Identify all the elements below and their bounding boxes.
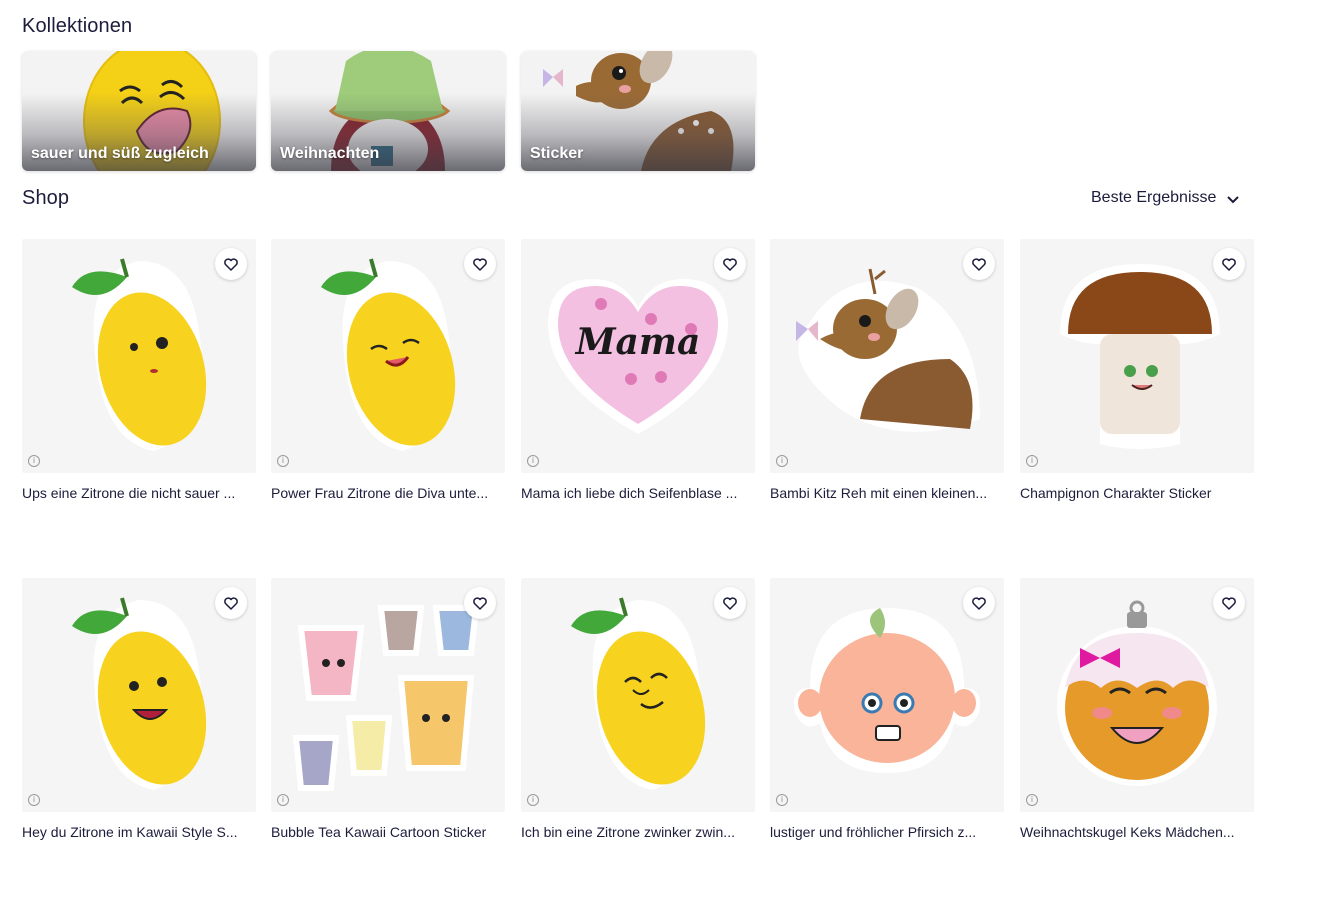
info-icon[interactable]: i xyxy=(527,794,539,806)
favorite-button[interactable] xyxy=(963,587,995,619)
shop-heading: Shop xyxy=(22,187,70,209)
product-title[interactable]: Hey du Zitrone im Kawaii Style S... xyxy=(22,824,256,840)
product-card[interactable]: i Ich bin eine Zitrone zwinker zwin... xyxy=(521,578,755,840)
heart-outline-icon xyxy=(1222,258,1236,271)
collection-label: sauer und süß zugleich xyxy=(31,145,209,162)
favorite-button[interactable] xyxy=(215,248,247,280)
product-title[interactable]: Bubble Tea Kawaii Cartoon Sticker xyxy=(271,824,505,840)
product-card[interactable]: i Ups eine Zitrone die nicht sauer ... xyxy=(22,239,256,501)
chevron-down-icon xyxy=(1227,196,1240,204)
info-icon[interactable]: i xyxy=(28,455,40,467)
product-image[interactable]: i xyxy=(22,578,256,812)
favorite-button[interactable] xyxy=(464,248,496,280)
collection-label: Weihnachten xyxy=(280,145,380,162)
info-icon[interactable]: i xyxy=(277,455,289,467)
heart-outline-icon xyxy=(1222,597,1236,610)
product-image[interactable]: i xyxy=(1020,239,1254,473)
collection-card-christmas[interactable]: Weihnachten xyxy=(271,51,505,171)
product-card[interactable]: i Bubble Tea Kawaii Cartoon Sticker xyxy=(271,578,505,840)
product-card[interactable]: i Weihnachtskugel Keks Mädchen... xyxy=(1020,578,1254,840)
sort-dropdown[interactable]: Beste Ergebnisse xyxy=(1091,189,1240,207)
heart-outline-icon xyxy=(723,258,737,271)
product-image[interactable]: i xyxy=(770,239,1004,473)
favorite-button[interactable] xyxy=(714,248,746,280)
favorite-button[interactable] xyxy=(963,248,995,280)
heart-outline-icon xyxy=(972,258,986,271)
collection-label: Sticker xyxy=(530,145,584,162)
product-image[interactable]: i xyxy=(271,239,505,473)
heart-outline-icon xyxy=(224,597,238,610)
heart-outline-icon xyxy=(972,597,986,610)
info-icon[interactable]: i xyxy=(527,455,539,467)
product-title[interactable]: Mama ich liebe dich Seifenblase ... xyxy=(521,485,755,501)
info-icon[interactable]: i xyxy=(776,794,788,806)
product-title[interactable]: Champignon Charakter Sticker xyxy=(1020,485,1254,501)
product-title[interactable]: Power Frau Zitrone die Diva unte... xyxy=(271,485,505,501)
product-image[interactable]: i xyxy=(1020,578,1254,812)
product-title[interactable]: Ups eine Zitrone die nicht sauer ... xyxy=(22,485,256,501)
product-card[interactable]: i Power Frau Zitrone die Diva unte... xyxy=(271,239,505,501)
product-image[interactable]: i xyxy=(770,578,1004,812)
heart-outline-icon xyxy=(473,258,487,271)
mama-text: Mama xyxy=(574,321,701,363)
product-title[interactable]: Weihnachtskugel Keks Mädchen... xyxy=(1020,824,1254,840)
product-image[interactable]: i xyxy=(521,578,755,812)
heart-outline-icon xyxy=(473,597,487,610)
product-title[interactable]: Bambi Kitz Reh mit einen kleinen... xyxy=(770,485,1004,501)
info-icon[interactable]: i xyxy=(28,794,40,806)
favorite-button[interactable] xyxy=(714,587,746,619)
product-image[interactable]: Mama i xyxy=(521,239,755,473)
collection-card-sour-sweet[interactable]: sauer und süß zugleich xyxy=(22,51,256,171)
heart-outline-icon xyxy=(723,597,737,610)
favorite-button[interactable] xyxy=(1213,248,1245,280)
product-title[interactable]: lustiger und fröhlicher Pfirsich z... xyxy=(770,824,1004,840)
info-icon[interactable]: i xyxy=(1026,794,1038,806)
product-image[interactable]: i xyxy=(22,239,256,473)
product-title[interactable]: Ich bin eine Zitrone zwinker zwin... xyxy=(521,824,755,840)
product-card[interactable]: i Hey du Zitrone im Kawaii Style S... xyxy=(22,578,256,840)
product-card[interactable]: i Champignon Charakter Sticker xyxy=(1020,239,1254,501)
product-card[interactable]: i Bambi Kitz Reh mit einen kleinen... xyxy=(770,239,1004,501)
product-card[interactable]: i lustiger und fröhlicher Pfirsich z... xyxy=(770,578,1004,840)
product-image[interactable]: i xyxy=(271,578,505,812)
heart-outline-icon xyxy=(224,258,238,271)
collection-card-sticker[interactable]: Sticker xyxy=(521,51,755,171)
favorite-button[interactable] xyxy=(215,587,247,619)
info-icon[interactable]: i xyxy=(277,794,289,806)
info-icon[interactable]: i xyxy=(1026,455,1038,467)
sort-label: Beste Ergebnisse xyxy=(1091,189,1217,206)
collections-heading: Kollektionen xyxy=(22,15,133,37)
favorite-button[interactable] xyxy=(464,587,496,619)
favorite-button[interactable] xyxy=(1213,587,1245,619)
info-icon[interactable]: i xyxy=(776,455,788,467)
product-card[interactable]: Mama i Mama ich liebe dich Seifenblase .… xyxy=(521,239,755,501)
